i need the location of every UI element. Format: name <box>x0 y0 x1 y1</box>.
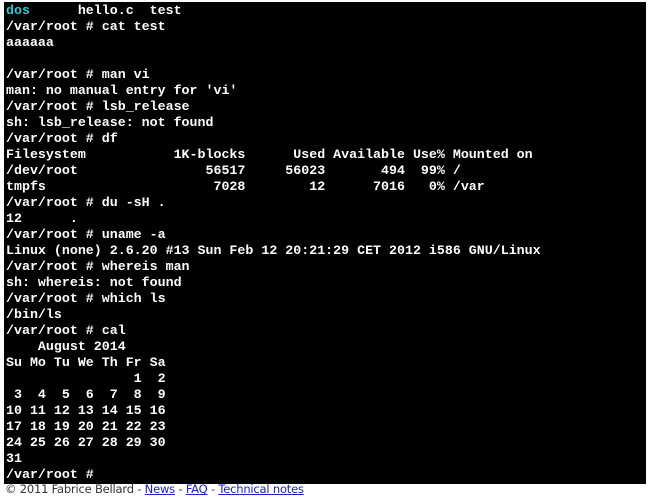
terminal-line: /var/root # cal <box>6 323 126 338</box>
terminal-line: Filesystem 1K-blocks Used Available Use%… <box>6 147 533 162</box>
copyright: © 2011 Fabrice Bellard <box>5 482 134 496</box>
terminal-line: /var/root # man vi <box>6 67 150 82</box>
terminal-line: /var/root # uname -a <box>6 227 166 242</box>
terminal-line: August 2014 <box>6 339 126 354</box>
technical-notes-link[interactable]: Technical notes <box>218 482 304 496</box>
terminal-line: 12 . <box>6 211 78 226</box>
terminal-line: /var/root # which ls <box>6 291 166 306</box>
terminal-line: sh: whereis: not found <box>6 275 182 290</box>
separator: - <box>207 482 219 496</box>
separator: - <box>174 482 186 496</box>
terminal-line: 3 4 5 6 7 8 9 <box>6 387 166 402</box>
terminal-line: man: no manual entry for 'vi' <box>6 83 238 98</box>
terminal-line: sh: lsb_release: not found <box>6 115 214 130</box>
faq-link[interactable]: FAQ <box>186 482 208 496</box>
terminal-line: /var/root # df <box>6 131 118 146</box>
terminal-line: /dev/root 56517 56023 494 99% / <box>6 163 461 178</box>
terminal-line: 17 18 19 20 21 22 23 <box>6 419 166 434</box>
terminal-line: dos hello.c test <box>6 3 646 19</box>
terminal-line: /bin/ls <box>6 307 62 322</box>
terminal-line: 24 25 26 27 28 29 30 <box>6 435 166 450</box>
terminal-line: /var/root # lsb_release <box>6 99 190 114</box>
terminal-line: /var/root # cat test <box>6 19 166 34</box>
footer: © 2011 Fabrice Bellard - News - FAQ - Te… <box>5 482 304 496</box>
terminal-line: tmpfs 7028 12 7016 0% /var <box>6 179 485 194</box>
terminal-screen[interactable]: dos hello.c test/var/root # cat test aaaa… <box>4 2 646 484</box>
directory-entry: dos <box>6 3 30 18</box>
terminal-line: /var/root # whereis man <box>6 259 190 274</box>
terminal-line: aaaaaa <box>6 35 54 50</box>
terminal-line: 31 <box>6 451 22 466</box>
terminal-line: Su Mo Tu We Th Fr Sa <box>6 355 166 370</box>
news-link[interactable]: News <box>145 482 175 496</box>
separator: - <box>133 482 145 496</box>
terminal-line: 10 11 12 13 14 15 16 <box>6 403 166 418</box>
terminal-line: /var/root # <box>6 467 102 482</box>
terminal-line: /var/root # du -sH . <box>6 195 166 210</box>
terminal-line: 1 2 <box>6 371 166 386</box>
terminal-output: dos hello.c test/var/root # cat test aaaa… <box>4 2 646 483</box>
file-entries: hello.c test <box>29 3 182 18</box>
terminal-line: Linux (none) 2.6.20 #13 Sun Feb 12 20:21… <box>6 243 541 258</box>
